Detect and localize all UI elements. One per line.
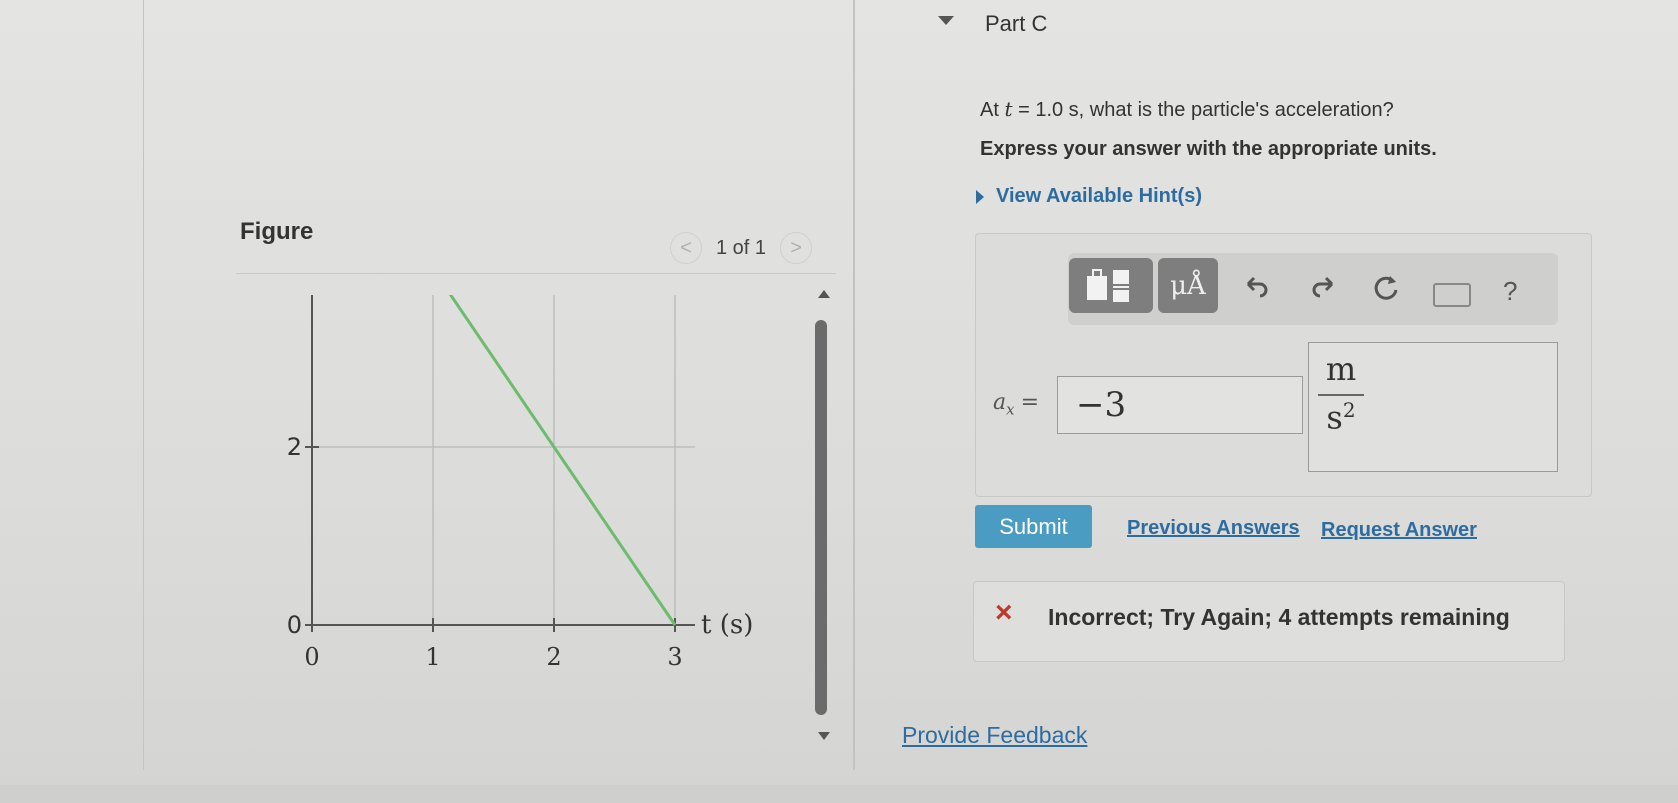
scroll-up-arrow[interactable] — [818, 290, 830, 298]
value-input[interactable]: −3 — [1057, 376, 1303, 434]
panel-edge — [143, 0, 144, 770]
velocity-line — [448, 295, 677, 626]
incorrect-icon: × — [995, 596, 1013, 629]
page: Figure < 1 of 1 > 02460123t (s)vx(m/s) P… — [0, 0, 1678, 803]
help-button[interactable]: ? — [1503, 276, 1517, 307]
request-answer-link[interactable]: Request Answer — [1321, 519, 1477, 542]
panel-divider — [853, 0, 855, 770]
hint-label: View Available Hint(s) — [996, 185, 1202, 207]
submit-button[interactable]: Submit — [975, 505, 1092, 548]
y-tick-label: 2 — [287, 433, 302, 461]
x-tick-label: 2 — [546, 643, 561, 671]
part-title: Part C — [985, 11, 1048, 36]
caret-right-icon — [976, 189, 984, 204]
figure-scrollbar[interactable] — [815, 320, 827, 715]
x-tick-label: 1 — [425, 643, 440, 671]
unit-exponent: 2 — [1342, 398, 1356, 422]
variable-subscript: x — [1006, 400, 1015, 419]
answer-variable: ax = — [993, 390, 1039, 418]
unit-fraction: m s2 — [1318, 350, 1364, 437]
x-tick-label: 3 — [667, 643, 682, 671]
unit-denominator-base: s — [1326, 398, 1343, 437]
question-variable: t — [1004, 97, 1013, 121]
next-figure-button[interactable]: > — [780, 232, 813, 264]
prev-figure-button[interactable]: < — [670, 232, 702, 264]
pager-label: 1 of 1 — [716, 236, 767, 259]
figure-pager: < 1 of 1 > — [670, 232, 813, 264]
reset-icon[interactable] — [1370, 272, 1402, 311]
templates-icon — [1087, 268, 1129, 302]
equals-sign: = — [1020, 390, 1040, 415]
fraction-bar — [1318, 394, 1364, 396]
units-button[interactable]: μÅ — [1158, 258, 1218, 313]
variable-symbol: a — [993, 390, 1007, 415]
velocity-time-chart: 02460123t (s)vx(m/s) — [287, 295, 753, 671]
previous-answers-link[interactable]: Previous Answers — [1127, 517, 1300, 540]
y-tick-label: 0 — [287, 611, 302, 639]
keyboard-icon[interactable] — [1433, 283, 1471, 307]
figure-title: Figure — [240, 218, 314, 245]
unit-denominator: s2 — [1318, 398, 1364, 437]
feedback-text: Incorrect; Try Again; 4 attempts remaini… — [1048, 604, 1510, 630]
figure-rule — [236, 273, 836, 274]
provide-feedback-link[interactable]: Provide Feedback — [902, 722, 1087, 749]
part-collapse-icon[interactable] — [938, 16, 954, 25]
unit-numerator: m — [1325, 350, 1357, 388]
redo-icon[interactable] — [1310, 272, 1340, 309]
question-prefix: At — [980, 99, 999, 121]
bottom-band — [0, 785, 1678, 803]
templates-button[interactable] — [1069, 258, 1153, 313]
undo-icon[interactable] — [1240, 272, 1270, 309]
x-tick-label: 0 — [304, 643, 319, 671]
view-hints-toggle[interactable]: View Available Hint(s) — [976, 185, 1202, 208]
question-rest: = 1.0 s, what is the particle's accelera… — [1018, 99, 1394, 121]
instruction-text: Express your answer with the appropriate… — [980, 138, 1437, 160]
question-text: At t = 1.0 s, what is the particle's acc… — [980, 97, 1394, 122]
scroll-down-arrow[interactable] — [818, 732, 830, 740]
x-axis-label: t (s) — [701, 610, 753, 640]
